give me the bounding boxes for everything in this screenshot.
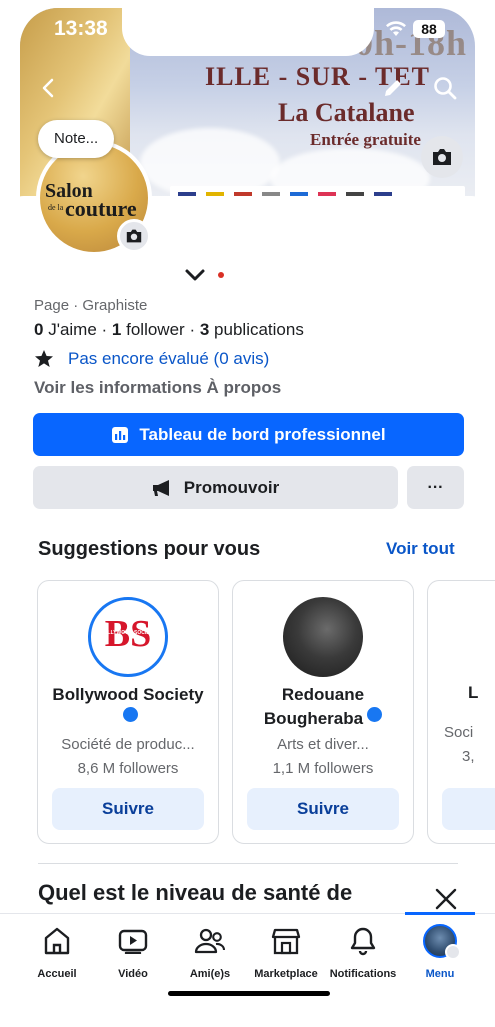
suggestion-followers: 8,6 M followers: [77, 760, 179, 777]
page-health-title: Quel est le niveau de santé de: [38, 880, 353, 905]
logo-text-de-la: de la: [48, 203, 64, 212]
home-icon: [44, 927, 70, 955]
status-bar: 13:38 88: [0, 0, 495, 56]
suggestion-followers: 3,: [462, 748, 475, 765]
suggestion-card[interactable]: Redouane Bougheraba Arts et diver... 1,1…: [232, 580, 414, 844]
page-category: Page · Graphiste: [34, 297, 148, 314]
suggestion-name-text: Redouane Bougheraba: [263, 685, 365, 728]
camera-icon: [433, 149, 451, 165]
page-stats: 0 J'aime · 1 follower · 3 publications: [34, 320, 304, 340]
cover-entry: Entrée gratuite: [310, 130, 421, 149]
note-bubble[interactable]: Note...: [38, 120, 115, 158]
posts-count: 3: [199, 320, 210, 339]
logo-text-couture: couture: [65, 196, 137, 221]
see-all-link[interactable]: Voir tout: [386, 539, 455, 559]
followers-count[interactable]: 1: [112, 320, 121, 339]
cover-camera-button[interactable]: [421, 136, 463, 178]
search-icon: [434, 77, 457, 100]
bottom-tab-bar: Accueil Vidéo Ami(e)s Marketplace Notifi…: [0, 912, 495, 1027]
friends-icon: [194, 928, 226, 954]
likes-label: J'aime: [48, 320, 97, 339]
tab-label: Notifications: [329, 968, 397, 980]
stats-separator: ·: [189, 320, 200, 339]
chevron-down-icon: [185, 269, 205, 281]
follow-button[interactable]: Suivre: [52, 788, 204, 830]
suggestion-category: Société de produc...: [61, 736, 195, 753]
posts-label: publications: [214, 320, 304, 339]
avatar-camera-button[interactable]: [117, 219, 151, 253]
status-time: 13:38: [54, 17, 108, 40]
suggestion-name-text: Bollywood Society: [52, 685, 204, 704]
section-divider: [38, 863, 458, 864]
megaphone-icon: [152, 479, 169, 496]
active-tab-indicator: [405, 912, 475, 915]
close-button[interactable]: [428, 884, 464, 914]
tab-label: Ami(e)s: [189, 968, 231, 980]
wifi-icon: [386, 21, 406, 36]
close-icon: [435, 888, 457, 910]
edit-button[interactable]: [371, 66, 415, 110]
bs-logo-subtitle: BOLLYWOOD SOCIETY: [100, 630, 156, 636]
dashboard-icon: [112, 426, 129, 443]
suggestion-category: Arts et diver...: [277, 736, 369, 753]
followers-label[interactable]: follower: [126, 320, 185, 339]
stats-separator: ·: [101, 320, 112, 339]
suggestion-name: L: [468, 683, 479, 702]
rating-text[interactable]: Pas encore évalué (0 avis): [68, 349, 269, 369]
home-indicator[interactable]: [168, 991, 330, 996]
suggestion-avatar: [283, 597, 363, 677]
tab-notifications[interactable]: Notifications: [323, 924, 403, 980]
suggestion-avatar: BS BOLLYWOOD SOCIETY: [88, 597, 168, 677]
back-button[interactable]: [27, 66, 71, 110]
suggestion-name[interactable]: Bollywood Society: [46, 683, 210, 731]
more-options-button[interactable]: ···: [407, 466, 464, 509]
tab-label: Accueil: [37, 968, 77, 980]
tab-friends[interactable]: Ami(e)s: [170, 924, 250, 980]
video-icon: [118, 929, 148, 954]
tab-label: Vidéo: [118, 968, 148, 980]
promote-button[interactable]: Promouvoir: [33, 466, 398, 509]
tab-video[interactable]: Vidéo: [93, 924, 173, 980]
suggestion-category: Soci: [444, 724, 474, 741]
suggestion-name[interactable]: Redouane Bougheraba: [241, 683, 405, 731]
star-icon: [35, 350, 53, 367]
follow-button[interactable]: [442, 788, 495, 830]
suggestion-card-partial[interactable]: L Soci 3,: [427, 580, 495, 844]
profile-switcher[interactable]: [184, 268, 224, 282]
menu-badge-icon: [445, 944, 461, 960]
tab-menu[interactable]: Menu: [400, 924, 480, 980]
verified-badge-icon: [367, 707, 383, 722]
professional-dashboard-button[interactable]: Tableau de bord professionnel: [33, 413, 464, 456]
camera-icon: [126, 229, 142, 243]
follow-button[interactable]: Suivre: [247, 788, 399, 830]
about-link[interactable]: Voir les informations À propos: [34, 378, 281, 398]
promote-label: Promouvoir: [183, 477, 280, 497]
rating-row[interactable]: Pas encore évalué (0 avis): [34, 349, 269, 369]
suggestion-followers: 1,1 M followers: [272, 760, 374, 777]
likes-count: 0: [34, 320, 44, 339]
marketplace-icon: [271, 928, 301, 955]
menu-avatar-icon: [423, 924, 461, 960]
dashboard-label: Tableau de bord professionnel: [139, 424, 386, 444]
pencil-icon: [385, 80, 401, 96]
battery-indicator: 88: [413, 20, 445, 38]
search-button[interactable]: [423, 66, 467, 110]
chevron-left-icon: [42, 78, 54, 98]
dynamic-island: [122, 0, 374, 56]
suggestion-card[interactable]: BS BOLLYWOOD SOCIETY Bollywood Society S…: [37, 580, 219, 844]
verified-badge-icon: [122, 707, 138, 722]
phone-screen: 18 - 19 nov. 10h-18h ILLE - SUR - TET La…: [0, 0, 495, 1027]
notification-dot: [218, 272, 224, 278]
tab-marketplace[interactable]: Marketplace: [246, 924, 326, 980]
tab-label: Marketplace: [254, 968, 318, 980]
bell-icon: [350, 927, 376, 956]
tab-home[interactable]: Accueil: [17, 924, 97, 980]
more-icon: ···: [427, 478, 444, 496]
tab-label: Menu: [425, 968, 455, 980]
suggestions-title: Suggestions pour vous: [38, 538, 261, 560]
